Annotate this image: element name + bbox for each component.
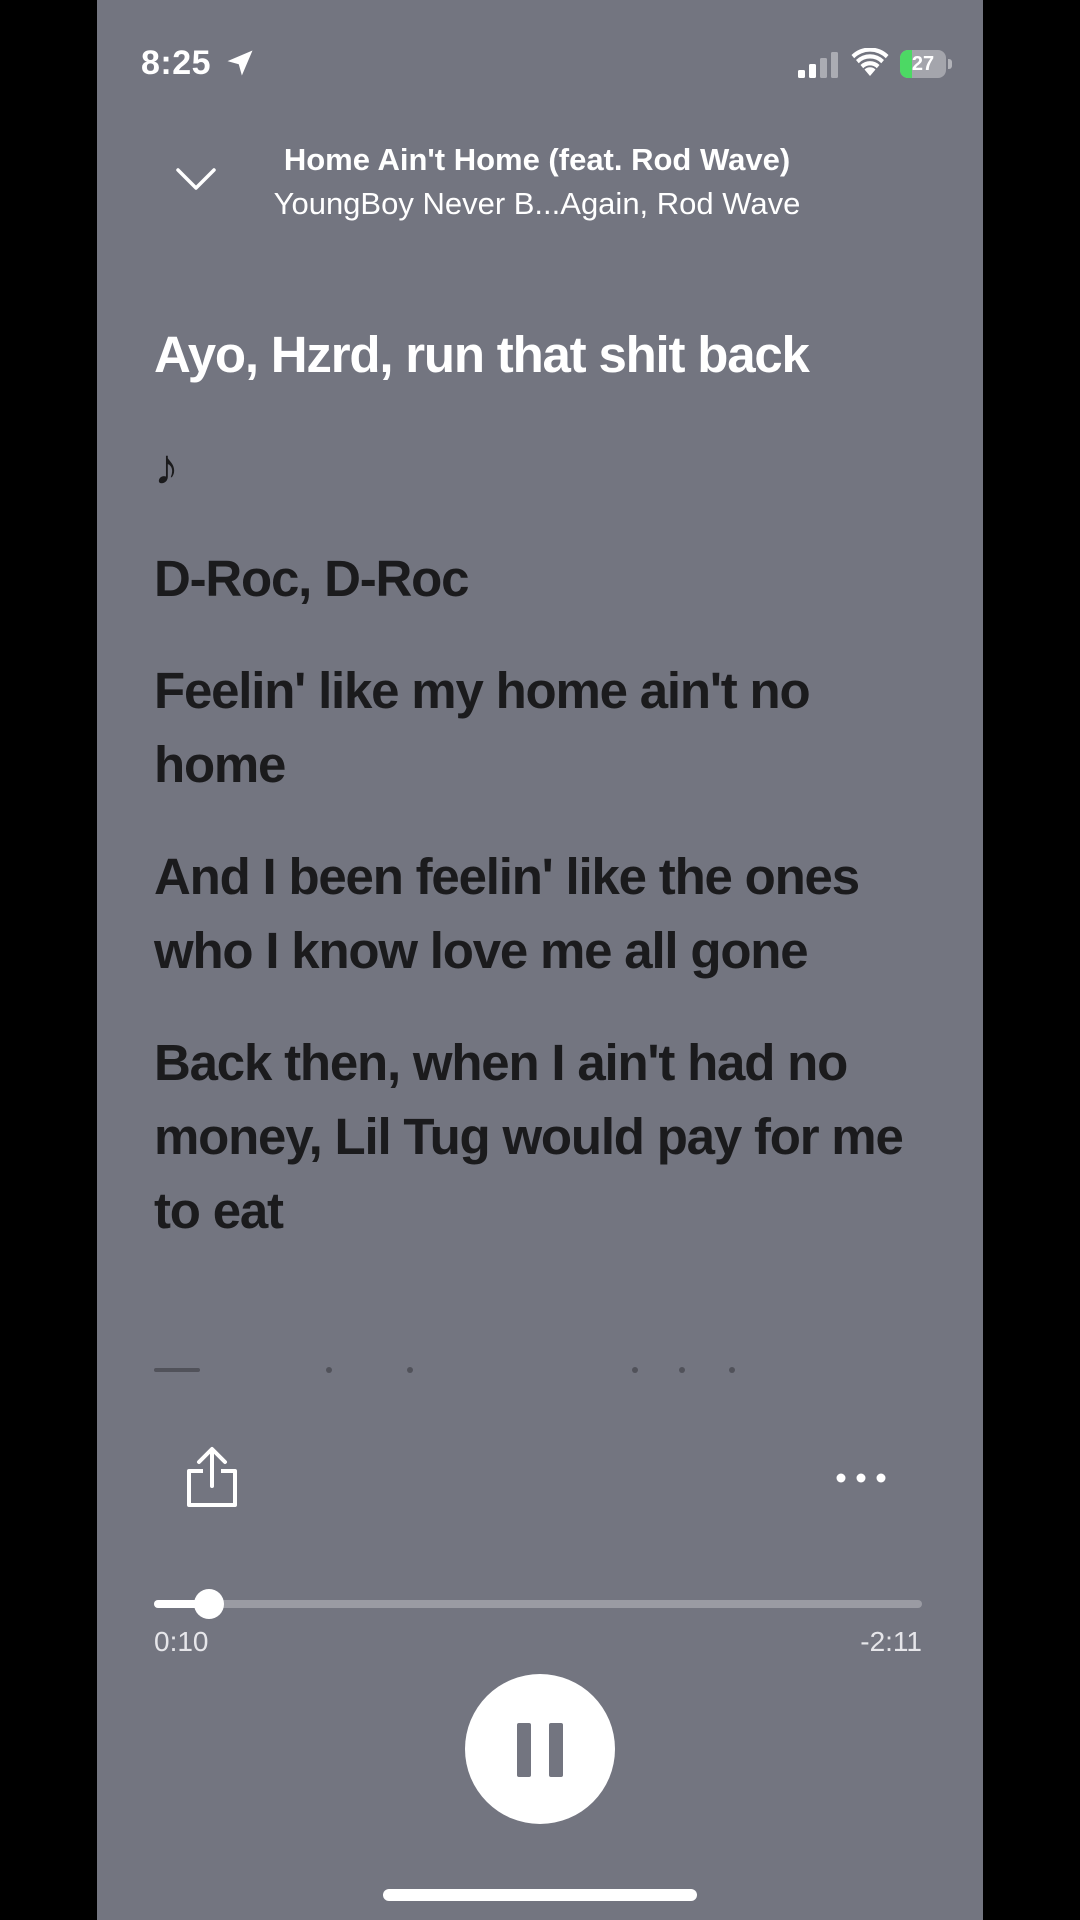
location-arrow-icon <box>227 50 253 76</box>
lyric-line[interactable]: Ayo, Hzrd, run that shit back <box>154 318 934 392</box>
lyric-line[interactable]: Feelin' like my home ain't no home <box>154 654 934 802</box>
song-artist[interactable]: YoungBoy Never B...Again, Rod Wave <box>217 186 857 222</box>
lyrics-cutoff-text <box>154 1367 735 1373</box>
lyrics-fade <box>97 1334 983 1424</box>
more-options-icon[interactable] <box>833 1470 889 1486</box>
song-title: Home Ain't Home (feat. Rod Wave) <box>283 142 791 177</box>
progress-scrubber[interactable] <box>193 1589 224 1619</box>
lyric-line[interactable]: ♪ <box>154 430 934 504</box>
lyric-line[interactable]: D-Roc, D-Roc <box>154 542 934 616</box>
wifi-icon <box>851 48 889 76</box>
share-icon[interactable] <box>185 1446 239 1508</box>
status-time: 8:25 <box>141 44 212 82</box>
playback-progress-bar[interactable] <box>154 1589 922 1619</box>
pause-icon <box>517 1723 563 1777</box>
play-pause-button[interactable] <box>465 1674 615 1824</box>
lyrics-screen: 8:25 27 Home Ain't Home (feat. Rod Wave)… <box>97 0 983 1920</box>
home-indicator[interactable] <box>383 1889 697 1901</box>
chevron-down-icon[interactable] <box>175 164 217 194</box>
cellular-signal-icon <box>798 52 838 78</box>
battery-percentage: 27 <box>911 53 935 75</box>
battery-icon: 27 <box>900 50 952 78</box>
lyric-line[interactable]: And I been feelin' like the ones who I k… <box>154 840 934 988</box>
elapsed-time: 0:10 <box>154 1626 209 1657</box>
lyrics-list[interactable]: Ayo, Hzrd, run that shit back ♪ D-Roc, D-R… <box>154 318 934 1286</box>
remaining-time: -2:11 <box>860 1626 922 1657</box>
lyric-line[interactable]: Back then, when I ain't had no money, Li… <box>154 1026 934 1248</box>
